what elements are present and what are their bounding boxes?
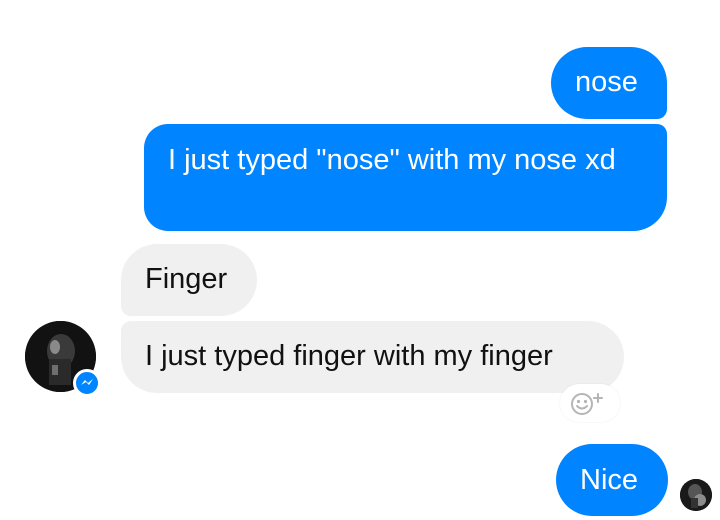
chat-thread: nose I just typed "nose" with my nose xd… (0, 0, 720, 520)
messenger-badge (73, 369, 101, 397)
seen-avatar-photo (680, 479, 712, 511)
message-text: nose (575, 66, 638, 98)
sent-message-bubble[interactable]: I just typed "nose" with my nose xd (144, 124, 667, 231)
message-text: I just typed "nose" with my nose xd (168, 144, 616, 176)
sent-message-bubble[interactable]: nose (551, 47, 667, 119)
messenger-bolt-icon (81, 379, 93, 385)
message-text: Finger (145, 263, 228, 295)
reaction-button[interactable] (560, 384, 620, 422)
seen-avatar (680, 479, 712, 511)
smiley-plus-icon (571, 393, 603, 415)
received-message-bubble[interactable]: I just typed finger with my finger (121, 321, 624, 393)
received-message-bubble[interactable]: Finger (121, 244, 257, 316)
message-text: I just typed finger with my finger (145, 340, 553, 372)
sent-message-bubble[interactable]: Nice (556, 444, 668, 516)
message-text: Nice (580, 464, 639, 496)
